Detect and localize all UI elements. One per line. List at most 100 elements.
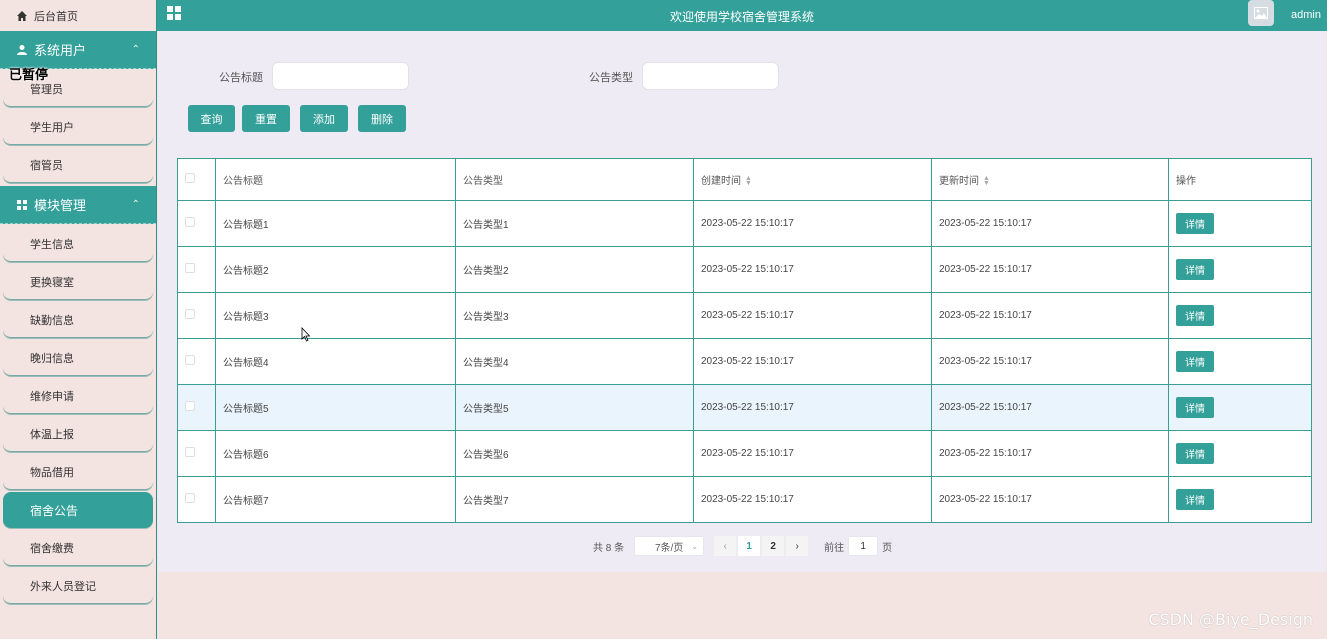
cell-actions: 详情 [1168, 384, 1312, 431]
table-row[interactable]: 公告标题3 公告类型3 2023-05-22 15:10:17 2023-05-… [177, 292, 1312, 339]
username[interactable]: admin [1291, 9, 1321, 21]
detail-button[interactable]: 详情 [1176, 489, 1214, 510]
cell-created: 2023-05-22 15:10:17 [693, 292, 932, 339]
row-select-cell[interactable] [177, 430, 216, 477]
add-button[interactable]: 添加 [300, 105, 348, 132]
detail-button[interactable]: 详情 [1176, 397, 1214, 418]
cell-actions: 详情 [1168, 338, 1312, 385]
detail-button[interactable]: 详情 [1176, 305, 1214, 326]
main-content: 公告标题 公告类型 查询 重置 添加 删除 公告标题 公告类型 创建时间 ▲ ▼ 更… [158, 31, 1326, 572]
sidebar-item-dorm-fee[interactable]: 宿舍缴费 [3, 530, 153, 566]
cell-updated: 2023-05-22 15:10:17 [931, 476, 1169, 523]
image-icon [1254, 7, 1268, 19]
sidebar-item-label: 外来人员登记 [30, 580, 96, 593]
sidebar-group-modules[interactable]: 模块管理 ⌃ [0, 186, 156, 224]
sidebar-item-room-change[interactable]: 更换寝室 [3, 264, 153, 300]
table-row[interactable]: 公告标题2 公告类型2 2023-05-22 15:10:17 2023-05-… [177, 246, 1312, 293]
row-select-cell[interactable] [177, 292, 216, 339]
total-count: 共 8 条 [593, 542, 625, 554]
row-select-cell[interactable] [177, 384, 216, 431]
detail-button[interactable]: 详情 [1176, 351, 1214, 372]
row-select-cell[interactable] [177, 246, 216, 293]
cell-created: 2023-05-22 15:10:17 [693, 338, 932, 385]
column-header-label: 创建时间 [701, 176, 741, 187]
sidebar-item-student-users[interactable]: 学生用户 [3, 109, 153, 145]
select-all-checkbox[interactable] [185, 173, 195, 183]
app-title: 欢迎使用学校宿舍管理系统 [669, 10, 814, 24]
row-select-cell[interactable] [177, 476, 216, 523]
column-header-actions: 操作 [1168, 158, 1312, 201]
detail-button[interactable]: 详情 [1176, 443, 1214, 464]
sidebar-group-label: 模块管理 [34, 198, 87, 213]
sidebar-item-temperature[interactable]: 体温上报 [3, 416, 153, 452]
column-header-updated[interactable]: 更新时间 ▲ ▼ [931, 158, 1169, 201]
cell-updated: 2023-05-22 15:10:17 [931, 246, 1169, 293]
query-button[interactable]: 查询 [188, 105, 235, 132]
cell-updated: 2023-05-22 15:10:17 [931, 292, 1169, 339]
page-number-2[interactable]: 2 [762, 536, 785, 556]
mouse-cursor-icon [301, 327, 311, 342]
sidebar-item-label: 晚归信息 [30, 352, 74, 365]
cell-created: 2023-05-22 15:10:17 [693, 476, 932, 523]
row-checkbox[interactable] [185, 401, 195, 411]
table-row[interactable]: 公告标题1 公告类型1 2023-05-22 15:10:17 2023-05-… [177, 200, 1312, 247]
sidebar-item-home[interactable]: 后台首页 [0, 0, 156, 31]
sidebar-item-repair[interactable]: 维修申请 [3, 378, 153, 414]
user-icon [17, 44, 27, 55]
page-size-select[interactable]: 7条/页 ⌄ [634, 536, 705, 556]
column-header-type: 公告类型 [455, 158, 694, 201]
row-checkbox[interactable] [185, 309, 195, 319]
notice-table: 公告标题 公告类型 创建时间 ▲ ▼ 更新时间 ▲ ▼ 操作 公告标题1 公告类型1 2… [177, 158, 1312, 523]
cell-updated: 2023-05-22 15:10:17 [931, 430, 1169, 477]
row-checkbox[interactable] [185, 217, 195, 227]
cell-type: 公告类型6 [455, 430, 694, 477]
row-checkbox[interactable] [185, 447, 195, 457]
sidebar-item-dorm-notice[interactable]: 宿舍公告 [3, 492, 153, 528]
table-row[interactable]: 公告标题7 公告类型7 2023-05-22 15:10:17 2023-05-… [177, 476, 1312, 523]
table-row[interactable]: 公告标题5 公告类型5 2023-05-22 15:10:17 2023-05-… [177, 384, 1312, 431]
sidebar-item-visitor[interactable]: 外来人员登记 [3, 568, 153, 604]
title-filter-input[interactable] [272, 62, 409, 90]
sidebar-item-late-return[interactable]: 晚归信息 [3, 340, 153, 376]
goto-prefix: 前往 [824, 542, 845, 554]
sidebar-item-borrow[interactable]: 物品借用 [3, 454, 153, 490]
column-header-created[interactable]: 创建时间 ▲ ▼ [693, 158, 932, 201]
next-page-button[interactable]: › [786, 536, 809, 556]
page-number-1[interactable]: 1 [738, 536, 761, 556]
chevron-up-icon: ⌃ [131, 199, 140, 210]
cell-created: 2023-05-22 15:10:17 [693, 384, 932, 431]
cell-title: 公告标题7 [215, 476, 456, 523]
sidebar-item-label: 学生用户 [30, 121, 74, 134]
cell-type: 公告类型3 [455, 292, 694, 339]
select-all-cell[interactable] [177, 158, 216, 201]
detail-button[interactable]: 详情 [1176, 213, 1214, 234]
goto-page-input[interactable]: 1 [848, 536, 879, 556]
row-checkbox[interactable] [185, 493, 195, 503]
row-select-cell[interactable] [177, 338, 216, 385]
row-checkbox[interactable] [185, 263, 195, 273]
table-row[interactable]: 公告标题6 公告类型6 2023-05-22 15:10:17 2023-05-… [177, 430, 1312, 477]
row-checkbox[interactable] [185, 355, 195, 365]
cell-type: 公告类型7 [455, 476, 694, 523]
avatar[interactable] [1248, 0, 1274, 26]
cell-actions: 详情 [1168, 476, 1312, 523]
sidebar-item-absence[interactable]: 缺勤信息 [3, 302, 153, 338]
table-row[interactable]: 公告标题4 公告类型4 2023-05-22 15:10:17 2023-05-… [177, 338, 1312, 385]
sort-icon[interactable]: ▲ ▼ [745, 175, 753, 187]
cell-type: 公告类型5 [455, 384, 694, 431]
cell-title: 公告标题4 [215, 338, 456, 385]
cell-created: 2023-05-22 15:10:17 [693, 200, 932, 247]
type-filter-input[interactable] [642, 62, 779, 90]
sidebar-item-dorm-keeper[interactable]: 宿管员 [3, 147, 153, 183]
sidebar-item-student-info[interactable]: 学生信息 [3, 226, 153, 262]
sort-icon[interactable]: ▲ ▼ [983, 175, 991, 187]
prev-page-button[interactable]: ‹ [714, 536, 737, 556]
sidebar-item-label: 后台首页 [34, 10, 78, 23]
detail-button[interactable]: 详情 [1176, 259, 1214, 280]
delete-button[interactable]: 删除 [358, 105, 406, 132]
page-size-value: 7条/页 [654, 542, 684, 554]
row-select-cell[interactable] [177, 200, 216, 247]
reset-button[interactable]: 重置 [242, 105, 290, 132]
type-filter-label: 公告类型 [589, 72, 633, 84]
watermark: CSDN @Biye_Design [1148, 610, 1313, 629]
